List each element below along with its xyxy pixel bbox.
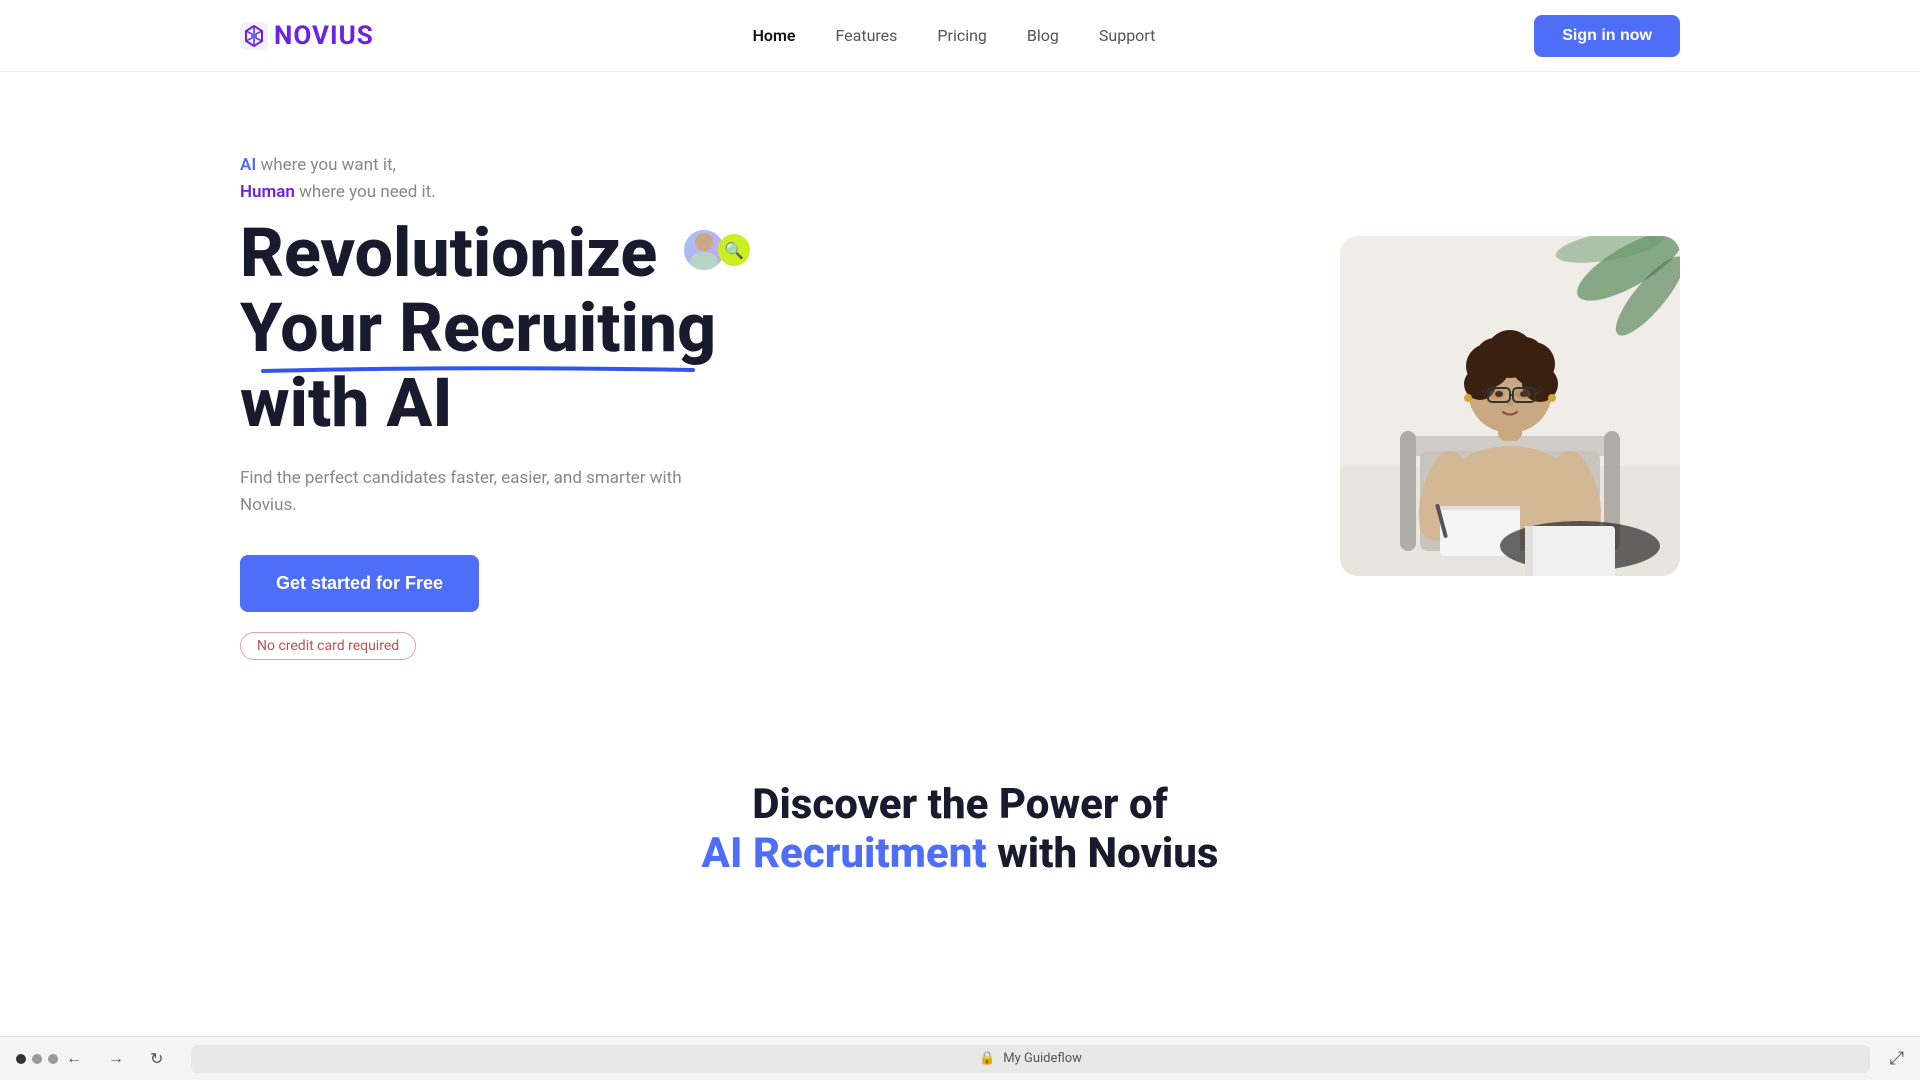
dot-3 bbox=[48, 1054, 58, 1064]
search-avatar-decoration: 🔍 bbox=[682, 228, 750, 272]
heading-line1: Revolutionize 🔍 bbox=[240, 213, 750, 293]
tagline-human-suffix: where you need it. bbox=[295, 182, 436, 202]
signin-button[interactable]: Sign in now bbox=[1534, 15, 1680, 57]
hero-description: Find the perfect candidates faster, easi… bbox=[240, 465, 720, 519]
logo-text: NOVIUS bbox=[274, 21, 374, 51]
dot-2 bbox=[32, 1054, 42, 1064]
nav-item-features[interactable]: Features bbox=[835, 26, 897, 45]
tagline-ai: AI bbox=[240, 155, 256, 175]
no-card-label: No credit card required bbox=[240, 632, 416, 660]
bottom-dots bbox=[16, 1054, 58, 1064]
nav-arrows: ← → ↻ bbox=[58, 1045, 171, 1073]
nav-item-pricing[interactable]: Pricing bbox=[937, 26, 987, 45]
bottom-bar: ← → ↻ 🔒 My Guideflow ⤢ bbox=[0, 1036, 1920, 1080]
discover-title: Discover the Power of AI Recruitment wit… bbox=[240, 780, 1680, 878]
navigation: NOVIUS Home Features Pricing Blog Suppor… bbox=[0, 0, 1920, 72]
expand-button[interactable]: ⤢ bbox=[1890, 1048, 1904, 1069]
discover-highlight: AI Recruitment bbox=[702, 829, 987, 878]
nav-links: Home Features Pricing Blog Support bbox=[753, 26, 1156, 45]
hero-section: AI where you want it, Human where you ne… bbox=[0, 72, 1920, 720]
address-text: My Guideflow bbox=[1003, 1051, 1082, 1066]
lock-icon: 🔒 bbox=[979, 1051, 995, 1066]
hero-illustration bbox=[1340, 236, 1680, 576]
hero-tagline: AI where you want it, Human where you ne… bbox=[240, 152, 750, 206]
discover-prefix: Discover the Power of bbox=[752, 780, 1168, 829]
tagline-human: Human bbox=[240, 182, 295, 202]
discover-section: Discover the Power of AI Recruitment wit… bbox=[0, 720, 1920, 918]
nav-item-home[interactable]: Home bbox=[753, 26, 796, 45]
hero-image bbox=[1340, 236, 1680, 576]
hero-heading: Revolutionize 🔍 Your Recruiting bbox=[240, 216, 750, 440]
hero-content: AI where you want it, Human where you ne… bbox=[240, 152, 750, 660]
back-button[interactable]: ← bbox=[58, 1046, 90, 1072]
heading-line3: with AI bbox=[240, 363, 453, 443]
heading-line2: Your Recruiting bbox=[240, 291, 716, 366]
forward-button[interactable]: → bbox=[100, 1046, 132, 1072]
logo-icon bbox=[240, 22, 268, 50]
nav-item-support[interactable]: Support bbox=[1099, 26, 1155, 45]
get-started-button[interactable]: Get started for Free bbox=[240, 555, 479, 612]
address-bar[interactable]: 🔒 My Guideflow bbox=[191, 1045, 1869, 1073]
logo: NOVIUS bbox=[240, 21, 374, 51]
cta-area: Get started for Free No credit card requ… bbox=[240, 555, 750, 660]
nav-item-blog[interactable]: Blog bbox=[1027, 26, 1059, 45]
discover-suffix: with Novius bbox=[987, 829, 1219, 878]
dot-1 bbox=[16, 1054, 26, 1064]
tagline-ai-suffix: where you want it, bbox=[256, 155, 396, 175]
refresh-button[interactable]: ↻ bbox=[142, 1045, 171, 1073]
underline-decoration bbox=[240, 364, 716, 374]
search-magnifier-icon: 🔍 bbox=[718, 234, 750, 266]
